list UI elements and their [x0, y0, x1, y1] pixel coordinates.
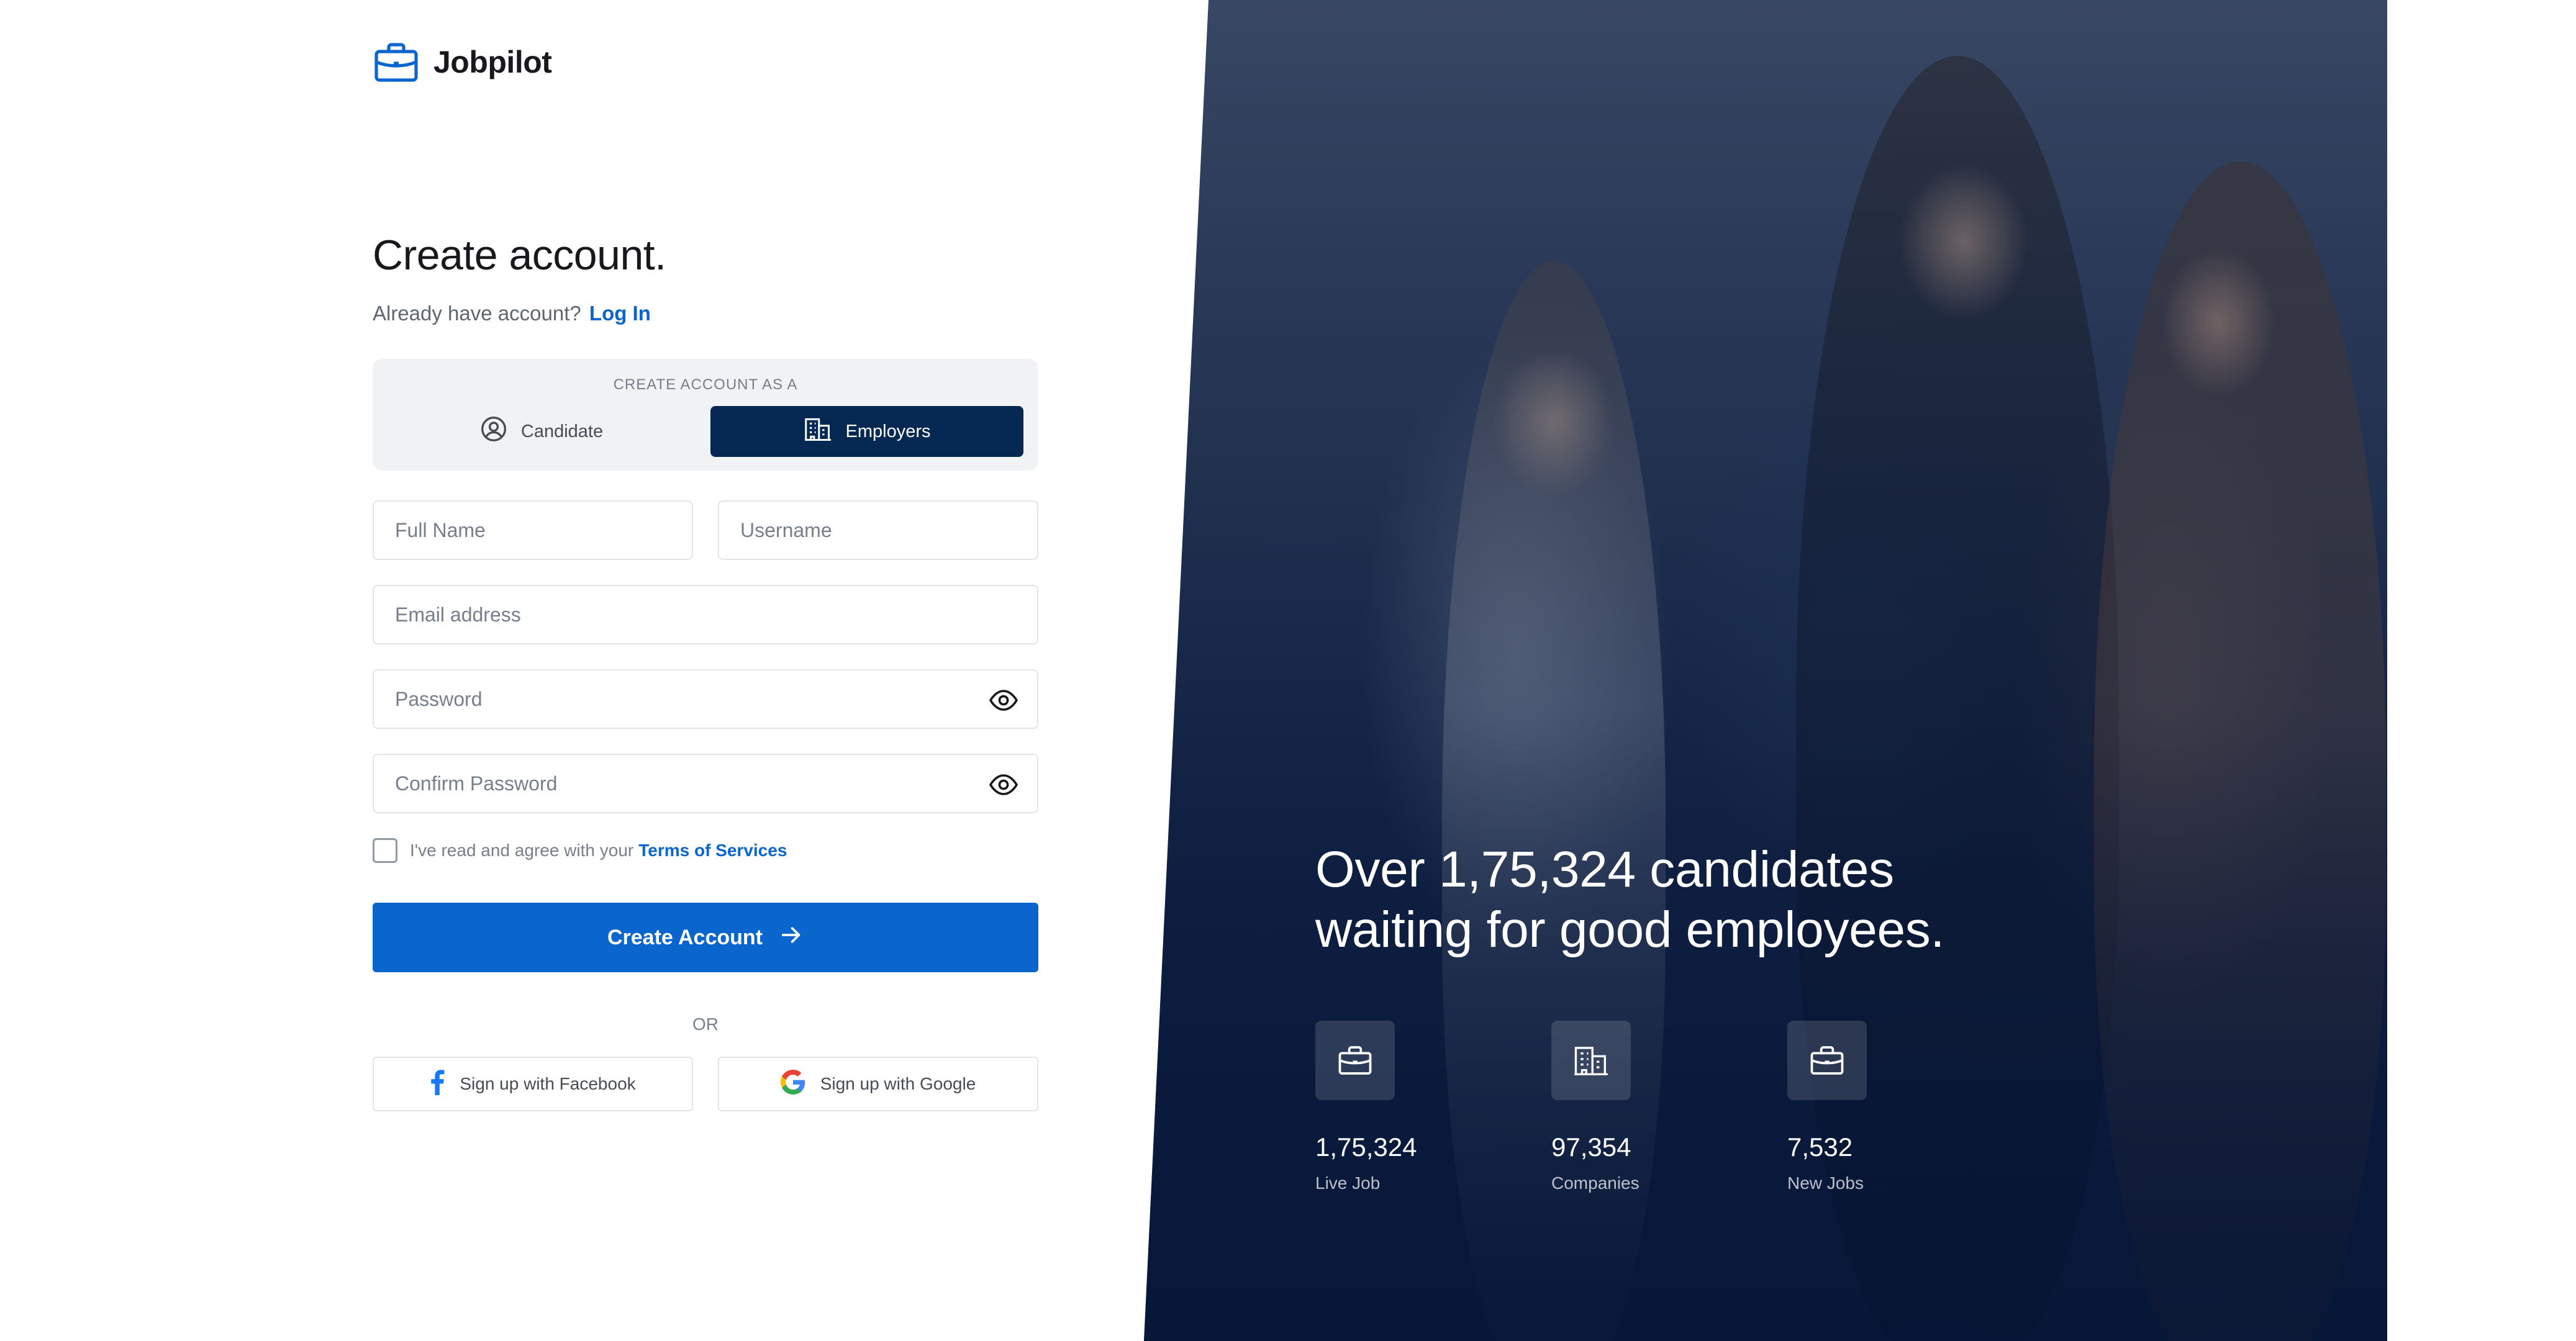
buildings-icon — [804, 416, 832, 447]
candidate-option-label: Candidate — [520, 421, 604, 441]
account-type-selector: CREATE ACCOUNT AS A Candidate Employers — [373, 359, 1038, 471]
hero-headline: Over 1,75,324 candidates waiting for goo… — [1315, 839, 2061, 960]
username-field[interactable] — [718, 500, 1038, 560]
terms-agreement: I've read and agree with your Terms of S… — [373, 838, 787, 863]
password-field[interactable] — [373, 669, 1038, 729]
stat-value: 1,75,324 — [1315, 1132, 1417, 1162]
briefcase-logo-icon — [373, 38, 420, 86]
confirm-password-input[interactable] — [395, 772, 973, 795]
arrow-right-icon — [779, 923, 804, 953]
employers-option[interactable]: Employers — [710, 406, 1023, 457]
buildings-icon — [1551, 1021, 1631, 1100]
stat-value: 97,354 — [1551, 1132, 1631, 1162]
or-divider: OR — [692, 1014, 719, 1034]
stat-companies: 97,354 Companies — [1551, 1021, 1762, 1193]
brand-name: Jobpilot — [433, 45, 552, 79]
google-signup-button[interactable]: Sign up with Google — [718, 1057, 1038, 1111]
brand-logo[interactable]: Jobpilot — [373, 38, 552, 86]
google-signup-label: Sign up with Google — [820, 1074, 976, 1093]
login-link[interactable]: Log In — [589, 302, 651, 325]
stat-label: Live Job — [1315, 1173, 1381, 1193]
facebook-icon — [430, 1069, 445, 1099]
briefcase-icon — [1787, 1021, 1867, 1100]
stat-new-jobs: 7,532 New Jobs — [1787, 1021, 1998, 1193]
signup-page: Jobpilot Create account. Already have ac… — [0, 0, 2576, 1341]
email-input[interactable] — [395, 603, 1037, 626]
login-prompt: Already have account? Log In — [373, 302, 651, 325]
email-field[interactable] — [373, 585, 1038, 644]
user-circle-icon — [480, 415, 507, 448]
username-input[interactable] — [740, 518, 1037, 542]
login-prompt-text: Already have account? — [373, 302, 581, 325]
stat-label: New Jobs — [1787, 1173, 1864, 1193]
stat-live-jobs: 1,75,324 Live Job — [1315, 1021, 1526, 1193]
facebook-signup-button[interactable]: Sign up with Facebook — [373, 1057, 693, 1111]
terms-checkbox[interactable] — [373, 838, 397, 863]
confirm-password-field[interactable] — [373, 754, 1038, 813]
page-title: Create account. — [373, 232, 666, 279]
create-account-label: Create Account — [607, 925, 763, 949]
hero-headline-line-1: Over 1,75,324 candidates — [1315, 841, 1894, 898]
show-confirm-password-icon[interactable] — [989, 772, 1018, 797]
briefcase-icon — [1315, 1021, 1395, 1100]
stat-label: Companies — [1551, 1173, 1639, 1193]
full-name-input[interactable] — [395, 518, 692, 542]
password-input[interactable] — [395, 687, 973, 711]
terms-link[interactable]: Terms of Services — [638, 841, 787, 860]
candidate-option[interactable]: Candidate — [385, 406, 698, 457]
facebook-signup-label: Sign up with Facebook — [460, 1074, 636, 1093]
create-account-button[interactable]: Create Account — [373, 903, 1038, 972]
terms-text: I've read and agree with your — [410, 841, 634, 860]
hero-headline-line-2: waiting for good employees. — [1315, 901, 1944, 958]
google-icon — [780, 1069, 805, 1099]
account-type-label: CREATE ACCOUNT AS A — [613, 376, 798, 393]
full-name-field[interactable] — [373, 500, 693, 560]
show-password-icon[interactable] — [989, 688, 1018, 713]
stat-value: 7,532 — [1787, 1132, 1853, 1162]
employers-option-label: Employers — [845, 421, 931, 441]
